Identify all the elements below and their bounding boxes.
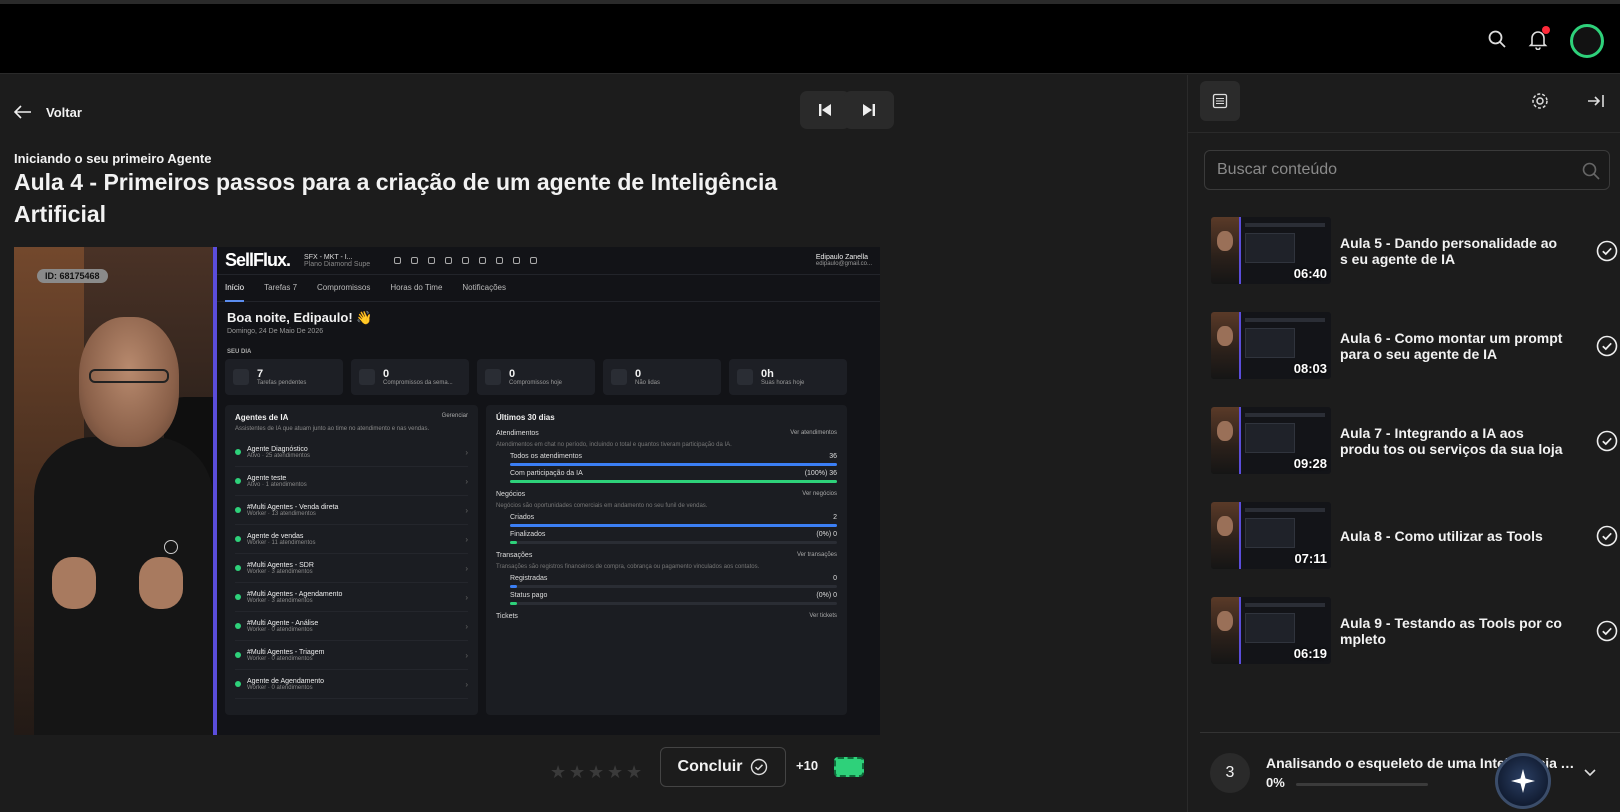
next-lesson-button[interactable] — [844, 91, 894, 129]
screen-date: Domingo, 24 De Maio De 2026 — [227, 328, 324, 335]
screen-stats: 7 Tarefas pendentes 0 Compromissos da sema… — [217, 359, 880, 395]
lesson-duration: 06:40 — [1293, 266, 1327, 281]
screen-recent-panel: Últimos 30 dias Atendimentos Ver atendime… — [486, 405, 847, 715]
check-circle-icon — [1596, 525, 1618, 547]
shirt-logo-icon — [164, 540, 178, 554]
lesson-thumbnail: 08:03 — [1211, 312, 1331, 379]
screen-toolbar-icons — [394, 257, 538, 264]
ticket-icon — [834, 757, 864, 777]
lesson-item[interactable]: 06:40 Aula 5 - Dando personalidade ao s e… — [1211, 203, 1618, 298]
skip-previous-icon — [819, 104, 831, 116]
rating-star-icon[interactable]: ★ — [550, 763, 566, 781]
screen-share: SellFlux. SFX - MKT - I... Plano Diamond… — [213, 247, 880, 735]
sellflux-logo: SellFlux. — [225, 250, 291, 270]
collapse-sidebar-icon[interactable] — [1584, 89, 1608, 113]
search-input[interactable] — [1205, 151, 1609, 189]
screen-agent-row: Agente de Agendamento Worker · 0 atendime… — [235, 670, 468, 699]
bell-icon[interactable] — [1525, 26, 1551, 52]
screen-agent-row: #Multi Agentes - Agendamento Worker · 3 a… — [235, 583, 468, 612]
skip-next-icon — [863, 104, 875, 116]
sparkle-icon — [1511, 769, 1535, 793]
lesson-duration: 09:28 — [1293, 456, 1327, 471]
complete-lesson-button[interactable]: Concluir — [660, 747, 786, 787]
chevron-down-icon[interactable] — [1583, 765, 1597, 779]
screen-agent-row: #Multi Agentes - Venda direta Worker · 13… — [235, 496, 468, 525]
video-player[interactable]: ID: 68175468 SellFlux. SFX - MKT - I... … — [14, 247, 880, 735]
screen-agents-panel: Agentes de IA Gerenciar Assistentes de IA… — [225, 405, 478, 715]
lesson-duration: 07:11 — [1294, 551, 1327, 566]
lesson-thumbnail: 07:11 — [1211, 502, 1331, 569]
screen-recent-section: Transações Ver transações Transações são r… — [496, 552, 837, 605]
rating-star-icon[interactable]: ★ — [607, 763, 623, 781]
screen-agent-row: #Multi Agentes - SDR Worker · 3 atendimen… — [235, 554, 468, 583]
notification-dot — [1542, 26, 1550, 34]
back-label: Voltar — [46, 104, 82, 120]
video-id-badge: ID: 68175468 — [37, 269, 108, 283]
next-module[interactable]: 3 Analisando o esqueleto de uma Inteligê… — [1200, 733, 1620, 812]
lesson-duration: 08:03 — [1293, 361, 1327, 376]
back-button[interactable]: Voltar — [14, 101, 82, 123]
points-reward: +10 — [796, 758, 819, 773]
search-icon — [1582, 162, 1600, 180]
sidebar-header — [1188, 75, 1620, 133]
check-circle-icon — [1596, 620, 1618, 642]
gear-icon[interactable] — [1528, 89, 1552, 113]
presenter-camera: ID: 68175468 — [14, 247, 213, 735]
avatar[interactable] — [1570, 24, 1604, 58]
lesson-item[interactable]: 07:11 Aula 8 - Como utilizar as Tools — [1211, 488, 1618, 583]
lesson-thumbnail: 06:40 — [1211, 217, 1331, 284]
top-bar — [0, 4, 1620, 74]
lesson-list-button[interactable] — [1200, 81, 1240, 121]
lesson-item[interactable]: 09:28 Aula 7 - Integrando a IA aos produ … — [1211, 393, 1618, 488]
lesson-list: 06:40 Aula 5 - Dando personalidade ao s e… — [1211, 203, 1618, 678]
page-title: Aula 4 - Primeiros passos para a criação… — [14, 169, 778, 227]
previous-lesson-button[interactable] — [800, 91, 850, 129]
rating-star-icon[interactable]: ★ — [588, 763, 604, 781]
screen-agent-row: #Multi Agente - Análise Worker · 0 atendi… — [235, 612, 468, 641]
lesson-thumbnail: 09:28 — [1211, 407, 1331, 474]
lesson-item[interactable]: 06:19 Aula 9 - Testando as Tools por co m… — [1211, 583, 1618, 678]
module-progress-bar — [1296, 783, 1428, 786]
ai-assistant-button[interactable] — [1495, 753, 1551, 809]
screen-agent-row: Agente teste Ativo · 1 atendimentos › — [235, 467, 468, 496]
rating-star-icon[interactable]: ★ — [626, 763, 642, 781]
search-field[interactable] — [1204, 150, 1610, 190]
screen-agent-row: Agente de vendas Worker · 11 atendimentos… — [235, 525, 468, 554]
screen-tabs: Início Tarefas 7 Compromissos Horas do T… — [217, 275, 880, 302]
module-number: 3 — [1210, 753, 1250, 793]
check-circle-icon — [1596, 335, 1618, 357]
screen-section-day: SEU DIA — [227, 349, 252, 355]
workspace-selector: SFX - MKT - I... Plano Diamond Supe — [304, 253, 371, 268]
screen-recent-section: Tickets Ver tickets — [496, 613, 837, 620]
lesson-title: Aula 8 - Como utilizar as Tools — [1340, 527, 1543, 544]
complete-label: Concluir — [677, 758, 743, 775]
lesson-title: Aula 5 - Dando personalidade ao s eu age… — [1340, 234, 1558, 267]
lesson-duration: 06:19 — [1293, 646, 1327, 661]
check-circle-icon — [1596, 430, 1618, 452]
lesson-title: Aula 9 - Testando as Tools por co mpleto — [1340, 614, 1562, 647]
lesson-sidebar: 06:40 Aula 5 - Dando personalidade ao s e… — [1187, 75, 1620, 812]
search-icon[interactable] — [1484, 26, 1510, 52]
screen-greeting: Boa noite, Edipaulo! 👋 — [227, 310, 373, 325]
screen-agent-row: Agente Diagnóstico Ativo · 25 atendimento… — [235, 438, 468, 467]
module-name: Iniciando o seu primeiro Agente — [14, 151, 212, 166]
check-circle-icon — [1596, 240, 1618, 262]
list-icon — [1212, 93, 1228, 109]
arrow-left-icon — [14, 105, 31, 119]
screen-recent-section: Negócios Ver negócios Negócios são oportun… — [496, 491, 837, 544]
lesson-thumbnail: 06:19 — [1211, 597, 1331, 664]
lesson-main: Voltar Iniciando o seu primeiro Agente A… — [0, 75, 1187, 812]
check-circle-icon — [751, 758, 768, 776]
module-progress-label: 0% — [1266, 775, 1285, 790]
lesson-rating: ★ ★ ★ ★ ★ — [550, 763, 642, 781]
screen-recent-section: Atendimentos Ver atendimentos Atendimentos… — [496, 430, 837, 483]
lesson-title: Aula 6 - Como montar um prompt para o se… — [1340, 329, 1563, 362]
lesson-title: Aula 7 - Integrando a IA aos produ tos o… — [1340, 424, 1563, 457]
rating-star-icon[interactable]: ★ — [569, 763, 585, 781]
screen-user: Edipaulo Zanella edipaulo@gmail.co... — [815, 254, 872, 267]
screen-agent-row: #Multi Agentes - Triagem Worker · 0 atend… — [235, 641, 468, 670]
lesson-item[interactable]: 08:03 Aula 6 - Como montar um prompt para… — [1211, 298, 1618, 393]
